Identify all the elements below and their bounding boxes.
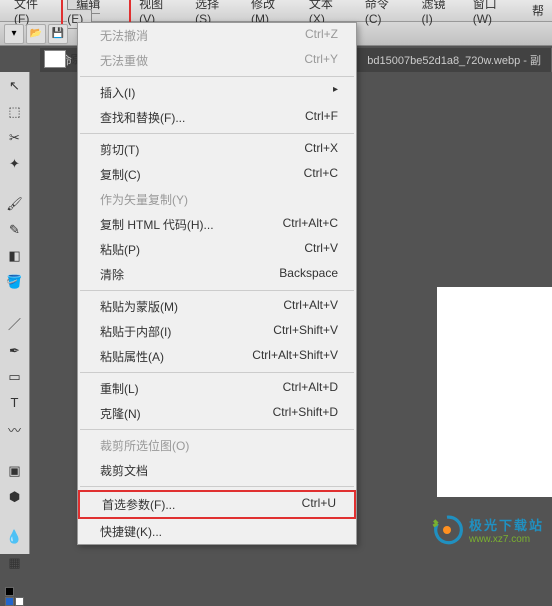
menu-cut-label: 剪切(T) <box>100 141 139 158</box>
menu-undo: 无法撤消 Ctrl+Z <box>78 23 356 48</box>
pen-tool-icon[interactable]: ✒ <box>4 343 26 359</box>
menu-clone[interactable]: 克隆(N) Ctrl+Shift+D <box>78 401 356 426</box>
submenu-arrow-icon: ▸ <box>333 84 338 101</box>
menu-find[interactable]: 查找和替换(F)... Ctrl+F <box>78 105 356 130</box>
menu-crop-sel-label: 裁剪所选位图(O) <box>100 437 189 454</box>
watermark-logo-icon <box>431 514 463 546</box>
menu-clear-label: 清除 <box>100 266 124 283</box>
menu-shortcuts[interactable]: 快捷键(K)... <box>78 519 356 544</box>
rect-tool-icon[interactable]: ▭ <box>4 369 26 385</box>
menu-shortcuts-label: 快捷键(K)... <box>100 523 162 540</box>
pencil-tool-icon[interactable]: ✎ <box>4 222 26 238</box>
menu-preferences[interactable]: 首选参数(F)... Ctrl+U <box>78 490 356 519</box>
menu-paste-mask-shortcut: Ctrl+Alt+V <box>283 298 338 315</box>
freeform-tool-icon[interactable]: 〰 <box>4 420 26 439</box>
menu-paste-inside[interactable]: 粘贴于内部(I) Ctrl+Shift+V <box>78 319 356 344</box>
menu-clone-label: 克隆(N) <box>100 405 141 422</box>
menu-find-shortcut: Ctrl+F <box>305 109 338 126</box>
paint-tool-icon[interactable]: ▦ <box>4 555 26 571</box>
menu-copy-html[interactable]: 复制 HTML 代码(H)... Ctrl+Alt+C <box>78 212 356 237</box>
toolbar-btn-save[interactable]: 💾 <box>48 24 68 44</box>
subselect-tool-icon[interactable]: ⬚ <box>4 104 26 120</box>
menu-separator <box>80 486 354 487</box>
menu-find-label: 查找和替换(F)... <box>100 109 185 126</box>
swatch-black[interactable] <box>5 587 14 596</box>
color-swatches <box>5 587 24 606</box>
brush-tool-icon[interactable]: 🖌 <box>4 196 26 212</box>
menu-insert-label: 插入(I) <box>100 84 135 101</box>
watermark-text: 极光下载站 www.xz7.com <box>469 515 544 545</box>
menu-insert[interactable]: 插入(I) ▸ <box>78 80 356 105</box>
menu-preferences-shortcut: Ctrl+U <box>302 496 336 513</box>
tab-file[interactable]: bd15007be52d1a8_720w.webp - 副 <box>357 48 552 72</box>
toolbar-btn-1[interactable]: ▾ <box>4 24 24 44</box>
menu-copy-html-shortcut: Ctrl+Alt+C <box>283 216 338 233</box>
menu-crop-doc-label: 裁剪文档 <box>100 462 148 479</box>
menu-paste-shortcut: Ctrl+V <box>304 241 338 258</box>
menu-paste-mask-label: 粘贴为蒙版(M) <box>100 298 178 315</box>
eraser-tool-icon[interactable]: ◧ <box>4 248 26 264</box>
menu-paste[interactable]: 粘贴(P) Ctrl+V <box>78 237 356 262</box>
menu-copy-vector-label: 作为矢量复制(Y) <box>100 191 188 208</box>
menu-copy-shortcut: Ctrl+C <box>304 166 338 183</box>
menu-duplicate-label: 重制(L) <box>100 380 139 397</box>
menu-clear-shortcut: Backspace <box>279 266 338 283</box>
menubar: 文件(F) 编辑(E) 视图(V) 选择(S) 修改(M) 文本(X) 命令(C… <box>0 0 552 22</box>
menu-separator <box>80 429 354 430</box>
options-bar: 原 <box>40 46 81 72</box>
menu-copy-html-label: 复制 HTML 代码(H)... <box>100 216 214 233</box>
line-tool-icon[interactable]: ／ <box>4 314 26 333</box>
crop-tool-icon[interactable]: ✂ <box>4 130 26 146</box>
swatch-blue[interactable] <box>5 597 14 606</box>
menu-crop-doc[interactable]: 裁剪文档 <box>78 458 356 483</box>
menu-copy-label: 复制(C) <box>100 166 141 183</box>
menu-cut-shortcut: Ctrl+X <box>304 141 338 158</box>
swatch-white[interactable] <box>15 597 24 606</box>
menu-window[interactable]: 窗口(W) <box>465 0 524 28</box>
menu-clear[interactable]: 清除 Backspace <box>78 262 356 287</box>
menu-paste-mask[interactable]: 粘贴为蒙版(M) Ctrl+Alt+V <box>78 294 356 319</box>
watermark: 极光下载站 www.xz7.com <box>431 514 544 546</box>
menu-separator <box>80 290 354 291</box>
menu-undo-label: 无法撤消 <box>100 27 148 44</box>
menu-separator <box>80 372 354 373</box>
menu-paste-attr[interactable]: 粘贴属性(A) Ctrl+Alt+Shift+V <box>78 344 356 369</box>
menu-separator <box>80 133 354 134</box>
menu-filters[interactable]: 滤镜(I) <box>413 0 464 28</box>
menu-preferences-label: 首选参数(F)... <box>102 496 175 513</box>
pointer-tool-icon[interactable]: ↖ <box>4 78 26 94</box>
text-tool-icon[interactable]: T <box>4 395 26 410</box>
tools-panel: ↖ ⬚ ✂ ✦ 🖌 ✎ ◧ 🪣 ／ ✒ ▭ T 〰 ▣ ⬢ 💧 ▦ <box>0 72 30 554</box>
watermark-title: 极光下载站 <box>469 515 544 534</box>
menu-crop-sel: 裁剪所选位图(O) <box>78 433 356 458</box>
menu-undo-shortcut: Ctrl+Z <box>305 27 338 44</box>
menu-paste-attr-shortcut: Ctrl+Alt+Shift+V <box>252 348 338 365</box>
menu-paste-label: 粘贴(P) <box>100 241 140 258</box>
menu-commands[interactable]: 命令(C) <box>357 0 414 28</box>
menu-paste-attr-label: 粘贴属性(A) <box>100 348 164 365</box>
menu-paste-inside-shortcut: Ctrl+Shift+V <box>273 323 338 340</box>
menu-duplicate[interactable]: 重制(L) Ctrl+Alt+D <box>78 376 356 401</box>
toolbar-btn-open[interactable]: 📂 <box>26 24 46 44</box>
menu-help[interactable]: 帮 <box>524 0 552 21</box>
menu-copy[interactable]: 复制(C) Ctrl+C <box>78 162 356 187</box>
canvas-document[interactable] <box>437 287 552 497</box>
wand-tool-icon[interactable]: ✦ <box>4 156 26 172</box>
watermark-url: www.xz7.com <box>469 534 544 545</box>
menu-redo: 无法重做 Ctrl+Y <box>78 48 356 73</box>
menu-separator <box>80 76 354 77</box>
menu-cut[interactable]: 剪切(T) Ctrl+X <box>78 137 356 162</box>
bucket-tool-icon[interactable]: 🪣 <box>4 274 26 290</box>
opt-swatch[interactable] <box>44 50 66 68</box>
menu-duplicate-shortcut: Ctrl+Alt+D <box>283 380 338 397</box>
menu-paste-inside-label: 粘贴于内部(I) <box>100 323 171 340</box>
menu-redo-shortcut: Ctrl+Y <box>304 52 338 69</box>
menu-clone-shortcut: Ctrl+Shift+D <box>273 405 338 422</box>
hotspot-tool-icon[interactable]: ⬢ <box>4 489 26 505</box>
menu-copy-vector: 作为矢量复制(Y) <box>78 187 356 212</box>
slice-tool-icon[interactable]: ▣ <box>4 463 26 479</box>
eyedropper-tool-icon[interactable]: 💧 <box>4 529 26 545</box>
menu-redo-label: 无法重做 <box>100 52 148 69</box>
edit-dropdown: 无法撤消 Ctrl+Z 无法重做 Ctrl+Y 插入(I) ▸ 查找和替换(F)… <box>77 22 357 545</box>
